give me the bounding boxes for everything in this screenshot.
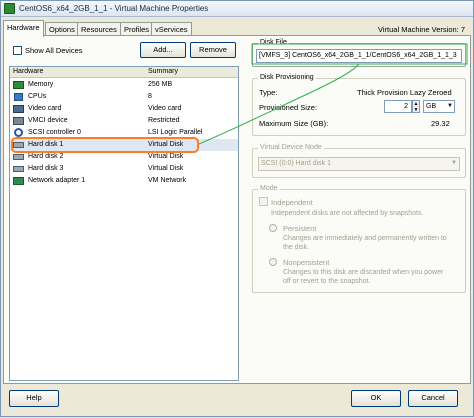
max-size-label: Maximum Size (GB): [259,119,329,128]
hard-disk-icon [13,166,24,172]
show-all-devices-checkbox[interactable] [13,46,22,55]
virtual-device-node-value: SCSI (0:0) Hard disk 1 [261,160,332,167]
row-summary: LSI Logic Parallel [148,129,203,136]
size-unit-select[interactable]: GB ▼ [423,100,455,113]
vm-properties-window: CentOS6_x64_2GB_1_1 - Virtual Machine Pr… [0,0,474,417]
column-header-hardware[interactable]: Hardware [13,68,43,75]
provisioned-size-label: Provisioned Size: [259,103,317,112]
list-item[interactable]: CPUs 8 [10,91,238,103]
row-name: Hard disk 3 [28,165,64,172]
video-card-icon [13,105,24,113]
persistent-radio[interactable] [269,224,277,232]
row-name: Network adapter 1 [28,177,86,184]
vm-app-icon [4,3,15,14]
type-value: Thick Provision Lazy Zeroed [357,88,452,97]
vm-version-label: Virtual Machine Version: 7 [378,25,465,34]
disk-file-label: Disk File [258,39,289,46]
show-all-devices-label: Show All Devices [25,46,83,55]
nonpersistent-radio[interactable] [269,258,277,266]
virtual-device-node-group: Virtual Device Node SCSI (0:0) Hard disk… [252,144,466,178]
row-summary: VM Network [148,177,187,184]
nonpersistent-desc-2: off or revert to the snapshot. [283,278,371,285]
row-name: SCSI controller 0 [28,129,81,136]
vmci-icon [13,117,24,125]
tab-vservices[interactable]: vServices [151,22,192,36]
persistent-label: Persistent [283,224,317,233]
virtual-device-node-label: Virtual Device Node [258,144,324,151]
disk-file-field[interactable]: [VMFS_3] CentOS6_x64_2GB_1_1/CentOS6_x64… [256,49,462,63]
row-summary: Restricted [148,117,180,124]
row-name: VMCI device [28,117,68,124]
title-bar[interactable]: CentOS6_x64_2GB_1_1 - Virtual Machine Pr… [1,1,473,17]
row-summary: 8 [148,93,152,100]
independent-desc: Independent disks are not affected by sn… [271,210,424,217]
list-item[interactable]: Video card Video card [10,103,238,115]
tab-options[interactable]: Options [45,22,79,36]
help-button[interactable]: Help [9,390,59,407]
orange-highlight-annotation [11,137,199,153]
persistent-desc-1: Changes are immediately and permanently … [283,235,447,242]
hard-disk-icon [13,154,24,160]
nonpersistent-desc-1: Changes to this disk are discarded when … [283,269,444,276]
size-stepper[interactable]: ▲ ▼ [412,100,420,113]
row-summary: Virtual Disk [148,153,184,160]
provisioned-size-input[interactable]: 2 [384,100,412,113]
row-summary: 256 MB [148,81,173,88]
type-label: Type: [259,88,278,97]
disk-provisioning-label: Disk Provisioning [258,74,316,81]
network-adapter-icon [13,177,24,185]
list-item[interactable]: Hard disk 3 Virtual Disk [10,163,238,175]
chevron-down-icon: ▼ [451,160,457,166]
add-button[interactable]: Add... [140,42,186,58]
hardware-list[interactable]: Hardware Summary Memory 256 MB CPUs 8 Vi… [9,66,239,381]
list-item[interactable]: VMCI device Restricted [10,115,238,127]
column-header-summary[interactable]: Summary [148,68,178,75]
memory-icon [13,81,24,89]
scsi-icon [14,128,23,137]
tab-resources[interactable]: Resources [77,22,121,36]
mode-label: Mode [258,185,280,192]
chevron-down-icon: ▼ [447,103,453,109]
remove-button[interactable]: Remove [190,42,236,58]
tab-profiles[interactable]: Profiles [120,22,154,36]
row-summary: Video card [148,105,182,112]
list-item[interactable]: Memory 256 MB [10,79,238,91]
max-size-value: 29.32 [431,119,450,128]
size-unit-value: GB [426,103,437,110]
row-name: CPUs [28,93,47,100]
independent-label: Independent [271,198,313,207]
row-name: Hard disk 2 [28,153,64,160]
row-name: Video card [28,105,62,112]
list-item[interactable]: Network adapter 1 VM Network [10,175,238,187]
row-name: Memory [28,81,54,88]
persistent-desc-2: the disk. [283,244,310,251]
list-header: Hardware Summary [10,67,238,78]
independent-checkbox[interactable] [259,197,268,206]
disk-provisioning-group: Disk Provisioning Type: Thick Provision … [252,74,466,136]
row-summary: Virtual Disk [148,165,184,172]
cancel-button[interactable]: Cancel [408,390,458,407]
window-title: CentOS6_x64_2GB_1_1 - Virtual Machine Pr… [19,4,209,13]
tab-hardware[interactable]: Hardware [3,20,44,37]
ok-button[interactable]: OK [351,390,401,407]
hardware-panel: Show All Devices Add... Remove Hardware … [3,35,471,384]
cpu-icon [14,93,23,101]
mode-group: Mode Independent Independent disks are n… [252,185,466,293]
disk-file-group: Disk File [VMFS_3] CentOS6_x64_2GB_1_1/C… [252,39,466,67]
nonpersistent-label: Nonpersistent [283,258,330,267]
virtual-device-node-select[interactable]: SCSI (0:0) Hard disk 1 ▼ [258,157,460,171]
